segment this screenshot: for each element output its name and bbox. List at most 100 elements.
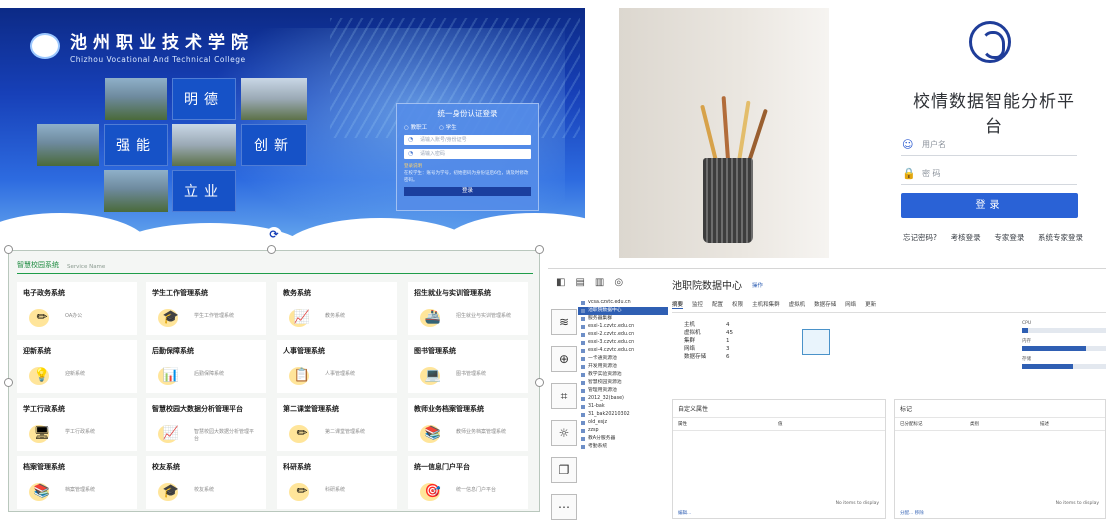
service-card[interactable]: 教师业务档案管理系统 📚 教师业务档案管理系统 — [408, 398, 528, 451]
service-card[interactable]: 科研系统 ✏ 科研系统 — [277, 456, 397, 509]
layers-icon[interactable]: ≋ — [551, 309, 577, 335]
service-icon: 💡 — [29, 365, 55, 385]
tree-item[interactable]: 考勤系统 — [578, 443, 668, 451]
tree-item[interactable]: esxi-3.czvtc.edu.cn — [578, 339, 668, 347]
role-student-radio[interactable]: 学生 — [439, 123, 457, 131]
service-card-name: 学生工作管理系统 — [152, 289, 208, 297]
pencil-holder — [703, 158, 753, 243]
copy-icon[interactable]: ❐ — [551, 457, 577, 483]
service-card[interactable]: 学生工作管理系统 🎓 学生工作管理系统 — [146, 282, 266, 335]
tab[interactable]: 网络 — [845, 300, 856, 309]
bulb-icon[interactable]: ☼ — [551, 420, 577, 446]
tree-item[interactable]: old_esjz — [578, 419, 668, 427]
campus-photo — [104, 170, 168, 212]
refresh-icon[interactable]: ⟳ — [266, 227, 282, 243]
campus-photo — [241, 78, 307, 120]
actions-menu[interactable]: 操作 — [752, 281, 763, 289]
service-card[interactable]: 学工行政系统 🖥 学工行政系统 — [17, 398, 137, 451]
stat-value: 3 — [726, 346, 730, 352]
stat-label: 集群 — [684, 338, 696, 344]
datacenter-stats: 主机 4 虚拟机 45 集群 1 网络 3 数据存储 6 — [684, 321, 733, 361]
edit-link[interactable]: 编辑... — [678, 510, 691, 516]
service-card[interactable]: 人事管理系统 📋 人事管理系统 — [277, 340, 397, 393]
password-input[interactable]: 请输入密码 — [404, 149, 531, 159]
tab[interactable]: 主机和集群 — [752, 300, 780, 309]
tab[interactable]: 配置 — [712, 300, 723, 309]
service-card[interactable]: 后勤保障系统 📊 后勤保障系统 — [146, 340, 266, 393]
tree-item[interactable]: vcsa.czvtc.edu.cn — [578, 299, 668, 307]
forgot-password-link[interactable]: 忘记密码? — [903, 232, 937, 243]
tree-item[interactable]: 教学实验资源池 — [578, 371, 668, 379]
storage-icon[interactable]: ▥ — [595, 277, 604, 288]
service-card[interactable]: 智慧校园大数据分析管理平台 📈 智慧校园大数据分析管理平台 — [146, 398, 266, 451]
tree-item[interactable]: esxi-2.czvtc.edu.cn — [578, 331, 668, 339]
service-card[interactable]: 图书管理系统 💻 图书管理系统 — [408, 340, 528, 393]
system-expert-login-link[interactable]: 系统专家登录 — [1038, 232, 1083, 243]
service-card[interactable]: 第二课堂管理系统 ✏ 第二课堂管理系统 — [277, 398, 397, 451]
tree-item[interactable]: 31_bak20210302 — [578, 411, 668, 419]
username-input[interactable]: 请输入账号/身份证号 — [404, 135, 531, 145]
tree-item[interactable]: 管理用资源池 — [578, 387, 668, 395]
service-card[interactable]: 招生就业与实训管理系统 🚢 招生就业与实训管理系统 — [408, 282, 528, 335]
stat-value: 45 — [726, 330, 733, 336]
assessment-login-link[interactable]: 考核登录 — [951, 232, 981, 243]
tree-item[interactable]: 池职院数据中心 — [578, 307, 668, 315]
datacenter-tabs: 摘要 监控 配置 权限 主机和集群 虚拟机 数据存储 网络 更新 — [672, 300, 1106, 313]
service-card[interactable]: 迎新系统 💡 迎新系统 — [17, 340, 137, 393]
assign-link[interactable]: 分配... 移除 — [900, 510, 924, 516]
login-button[interactable]: 登录 — [404, 187, 531, 196]
role-staff-radio[interactable]: 教职工 — [404, 123, 428, 131]
service-card[interactable]: 教务系统 📈 教务系统 — [277, 282, 397, 335]
tab[interactable]: 权限 — [732, 300, 743, 309]
tree-item[interactable]: esxi-4.czvtc.edu.cn — [578, 347, 668, 355]
more-icon[interactable]: ⋯ — [551, 494, 577, 520]
service-card-desc: 统一信息门户平台 — [456, 487, 497, 493]
motto-tile: 强能 — [104, 124, 168, 166]
service-card-name: 科研系统 — [283, 463, 311, 471]
tree-item[interactable]: zzsp — [578, 427, 668, 435]
crop-icon[interactable]: ⌗ — [551, 383, 577, 409]
datacenter-title: 池职院数据中心 — [672, 281, 742, 292]
username-field[interactable]: ☺ 用户名 — [901, 134, 1077, 156]
service-card[interactable]: 统一信息门户平台 🎯 统一信息门户平台 — [408, 456, 528, 509]
tab[interactable]: 虚拟机 — [789, 300, 806, 309]
service-card-name: 后勤保障系统 — [152, 347, 194, 355]
service-card[interactable]: 档案管理系统 📚 档案管理系统 — [17, 456, 137, 509]
login-button[interactable]: 登录 — [901, 193, 1078, 218]
service-card[interactable]: 电子政务系统 ✏ OA办公 — [17, 282, 137, 335]
college-logo: 池州职业技术学院 Chizhou Vocational And Technica… — [30, 28, 254, 64]
network-icon[interactable]: ◎ — [614, 277, 623, 288]
tab[interactable]: 摘要 — [672, 300, 684, 309]
motto-tile: 明德 — [172, 78, 236, 120]
service-card-desc: 迎新系统 — [65, 371, 86, 377]
stat-row: 主机 4 — [684, 321, 733, 329]
service-card-desc: 档案管理系统 — [65, 487, 96, 493]
platform-title: 校情数据智能分析平台 — [913, 92, 1075, 137]
tree-item[interactable]: 开发用资源池 — [578, 363, 668, 371]
expert-login-link[interactable]: 专家登录 — [994, 232, 1024, 243]
tree-item[interactable]: 智慧校园资源池 — [578, 379, 668, 387]
tree-item[interactable]: 教A分服务器 — [578, 435, 668, 443]
tree-item[interactable]: 一卡通资源池 — [578, 355, 668, 363]
service-card[interactable]: 校友系统 🎓 校友系统 — [146, 456, 266, 509]
vms-icon[interactable]: ▤ — [575, 277, 584, 288]
login-note-title: 登录说明 — [404, 164, 422, 169]
tree-item[interactable]: 服务器集群 — [578, 315, 668, 323]
stat-value: 6 — [726, 354, 730, 360]
hosts-icon[interactable]: ◧ — [556, 277, 565, 288]
portal-header: 智慧校园系统 Service Name — [17, 259, 533, 274]
tab[interactable]: 监控 — [692, 300, 703, 309]
zoom-in-icon[interactable]: ⊕ — [551, 346, 577, 372]
inventory-tree: vcsa.czvtc.edu.cn 池职院数据中心 服务器集群 esxi-1.czvt… — [578, 299, 668, 451]
tree-item[interactable]: 2012_32(base) — [578, 395, 668, 403]
service-card-name: 统一信息门户平台 — [414, 463, 470, 471]
password-field[interactable]: 🔒 密 码 — [901, 163, 1077, 185]
college-name-cn: 池州职业技术学院 — [70, 33, 254, 53]
tree-item[interactable]: esxi-1.czvtc.edu.cn — [578, 323, 668, 331]
service-icon: 🎯 — [420, 481, 446, 501]
tab[interactable]: 数据存储 — [814, 300, 836, 309]
service-icon: ✏ — [289, 423, 315, 443]
tree-item[interactable]: 31-bak — [578, 403, 668, 411]
tab[interactable]: 更新 — [865, 300, 876, 309]
service-card-name: 学工行政系统 — [23, 405, 65, 413]
